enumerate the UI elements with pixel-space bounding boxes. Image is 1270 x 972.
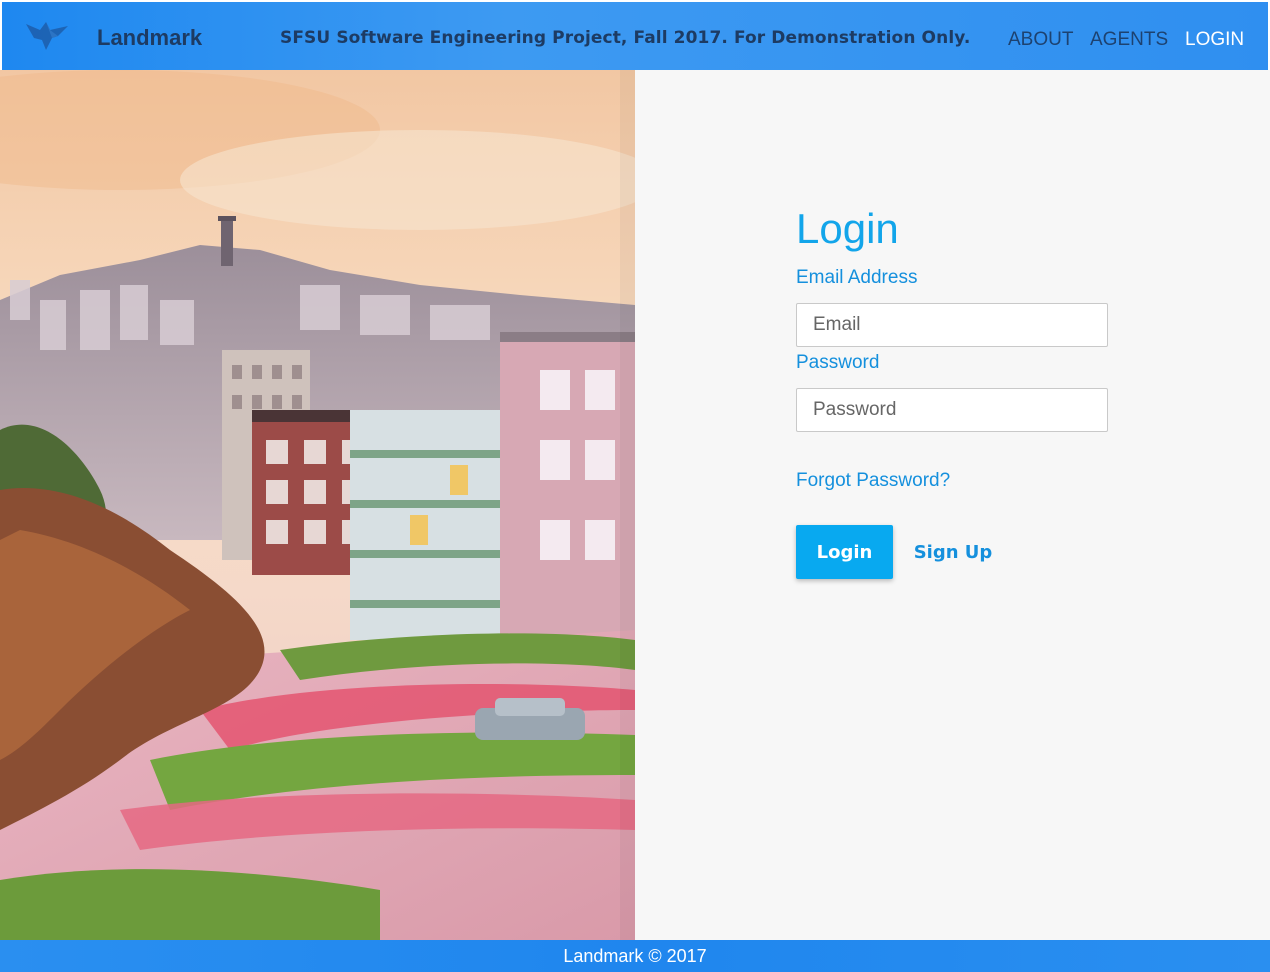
- footer-copyright: Landmark © 2017: [563, 946, 707, 966]
- sign-up-button[interactable]: Sign Up: [903, 525, 1003, 579]
- email-label: Email Address: [796, 267, 918, 288]
- login-panel: [635, 70, 1270, 940]
- login-button[interactable]: Login: [796, 525, 893, 579]
- top-navbar: Landmark SFSU Software Engineering Proje…: [2, 2, 1268, 70]
- nav-login-link[interactable]: LOGIN: [1185, 29, 1244, 51]
- login-title: Login: [796, 205, 899, 252]
- bird-icon[interactable]: [24, 16, 70, 56]
- password-label: Password: [796, 352, 880, 373]
- email-input[interactable]: [796, 303, 1108, 347]
- brand-name[interactable]: Landmark: [97, 25, 202, 51]
- forgot-password-link[interactable]: Forgot Password?: [796, 470, 950, 492]
- demo-banner: SFSU Software Engineering Project, Fall …: [280, 28, 971, 48]
- hero-image: [0, 70, 635, 940]
- password-input[interactable]: [796, 388, 1108, 432]
- nav-about-link[interactable]: ABOUT: [1008, 29, 1073, 51]
- nav-agents-link[interactable]: AGENTS: [1090, 29, 1168, 51]
- footer: Landmark © 2017: [0, 940, 1270, 972]
